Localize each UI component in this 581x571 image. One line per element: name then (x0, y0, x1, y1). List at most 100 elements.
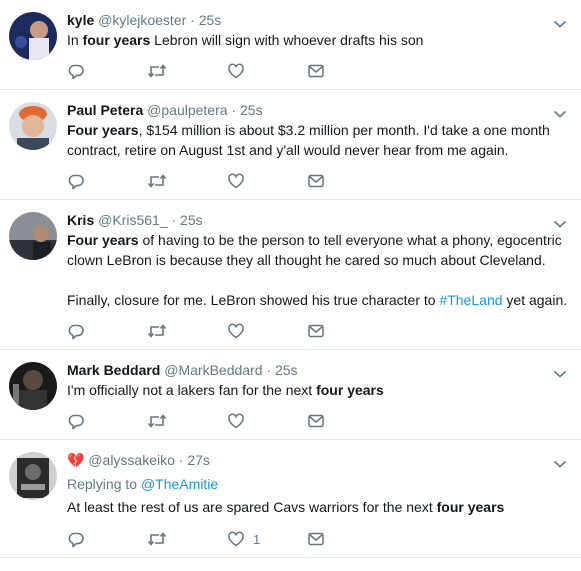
text-segment: Finally, closure for me. LeBron showed h… (67, 292, 440, 308)
envelope-icon[interactable] (307, 61, 325, 81)
user-handle[interactable]: @alyssakeiko (88, 452, 175, 468)
display-name[interactable]: Paul Petera (67, 102, 143, 118)
replying-to-label: Replying to (67, 476, 141, 492)
tweet[interactable]: 💔 @alyssakeiko · 27s Replying to @TheAmi… (0, 440, 581, 558)
tweet-actions (67, 61, 367, 81)
heart-icon[interactable] (227, 61, 253, 81)
avatar[interactable] (9, 12, 57, 60)
text-segment: At least the rest of us are spared Cavs … (67, 499, 437, 515)
chevron-down-icon[interactable] (553, 366, 567, 378)
tweet-text-line: Four years, $154 million is about $3.2 m… (67, 120, 572, 140)
hashtag-link[interactable]: #TheLand (439, 292, 502, 308)
avatar[interactable] (9, 362, 57, 410)
text-segment: yet again. (502, 292, 568, 308)
replying-to: Replying to @TheAmitie (67, 475, 218, 493)
separator-dot: · (190, 12, 195, 28)
like-count: 1 (253, 531, 261, 547)
tweet-text-line: Four years of having to be the person to… (67, 230, 572, 250)
tweet[interactable]: Mark Beddard @MarkBeddard · 25s I'm offi… (0, 350, 581, 440)
reply-icon[interactable] (67, 171, 85, 191)
text-segment: contract, retire on August 1st and y'all… (67, 142, 509, 158)
heart-icon[interactable] (227, 411, 253, 431)
chevron-down-icon[interactable] (553, 106, 567, 118)
envelope-icon[interactable] (307, 529, 325, 549)
text-segment: Lebron will sign with whoever drafts his… (150, 32, 424, 48)
tweet-actions (67, 171, 367, 191)
tweet-actions: 1 (67, 529, 367, 549)
text-segment: , $154 million is about $3.2 million per… (138, 122, 550, 138)
tweet-text-line: clown LeBron is because they all thought… (67, 250, 572, 270)
separator-dot: · (171, 212, 177, 228)
tweet-text-line (67, 270, 572, 290)
reply-icon[interactable] (67, 411, 85, 431)
timestamp[interactable]: 27s (187, 452, 210, 468)
tweet[interactable]: kyle @kylejkoester · 25s In four years L… (0, 0, 581, 90)
replying-to-link[interactable]: @TheAmitie (141, 476, 218, 492)
display-name[interactable]: Mark Beddard (67, 362, 160, 378)
heart-icon[interactable]: 1 (227, 529, 260, 549)
tweet-actions (67, 411, 367, 431)
tweet[interactable]: Kris @Kris561_ · 25s Four years of havin… (0, 200, 581, 350)
tweet-text: I'm officially not a lakers fan for the … (67, 380, 572, 400)
tweet-header: Mark Beddard @MarkBeddard · 25s (67, 361, 298, 379)
highlighted-term: four years (436, 499, 505, 515)
tweet-text: Four years, $154 million is about $3.2 m… (67, 120, 572, 160)
chevron-down-icon[interactable] (553, 16, 567, 28)
envelope-icon[interactable] (307, 411, 325, 431)
avatar[interactable] (9, 452, 57, 500)
highlighted-term: Four years (67, 232, 139, 248)
text-segment: In (67, 32, 83, 48)
retweet-icon[interactable] (147, 171, 167, 191)
display-name[interactable]: kyle (67, 12, 94, 28)
text-segment: clown LeBron is because they all thought… (67, 252, 546, 268)
tweet-text-line: In four years Lebron will sign with whoe… (67, 30, 572, 50)
tweet-text-line: At least the rest of us are spared Cavs … (67, 497, 572, 517)
avatar[interactable] (9, 102, 57, 150)
timestamp[interactable]: 25s (240, 102, 263, 118)
separator-dot: · (266, 362, 272, 378)
user-handle[interactable]: @Kris561_ (98, 212, 167, 228)
text-segment: of having to be the person to tell every… (138, 232, 562, 248)
display-name[interactable]: Kris (67, 212, 94, 228)
timestamp[interactable]: 25s (199, 12, 222, 28)
tweet-text-line: Finally, closure for me. LeBron showed h… (67, 290, 572, 310)
timestamp[interactable]: 25s (275, 362, 298, 378)
reply-icon[interactable] (67, 321, 85, 341)
heart-icon[interactable] (227, 171, 253, 191)
highlighted-term: four years (316, 382, 384, 398)
separator-dot: · (231, 102, 237, 118)
tweet-header: Paul Petera @paulpetera · 25s (67, 101, 263, 119)
retweet-icon[interactable] (147, 321, 167, 341)
tweet-feed: kyle @kylejkoester · 25s In four years L… (0, 0, 581, 571)
envelope-icon[interactable] (307, 171, 325, 191)
tweet-header: kyle @kylejkoester · 25s (67, 11, 221, 29)
retweet-icon[interactable] (147, 411, 167, 431)
text-segment: I'm officially not a lakers fan for the … (67, 382, 317, 398)
retweet-icon[interactable] (147, 61, 167, 81)
tweet-text: Four years of having to be the person to… (67, 230, 572, 310)
tweet[interactable]: Paul Petera @paulpetera · 25s Four years… (0, 90, 581, 200)
highlighted-term: four years (82, 32, 151, 48)
timestamp[interactable]: 25s (180, 212, 203, 228)
tweet-actions (67, 321, 367, 341)
highlighted-term: Four years (67, 122, 139, 138)
envelope-icon[interactable] (307, 321, 325, 341)
heart-icon[interactable] (227, 321, 253, 341)
user-handle[interactable]: @paulpetera (147, 102, 227, 118)
tweet-text-line: I'm officially not a lakers fan for the … (67, 380, 572, 400)
user-handle[interactable]: @MarkBeddard (164, 362, 262, 378)
reply-icon[interactable] (67, 529, 85, 549)
tweet-text: In four years Lebron will sign with whoe… (67, 30, 572, 50)
tweet-text-line: contract, retire on August 1st and y'all… (67, 140, 572, 160)
user-handle[interactable]: @kylejkoester (98, 12, 186, 28)
avatar[interactable] (9, 212, 57, 260)
tweet-text: At least the rest of us are spared Cavs … (67, 497, 572, 517)
display-name[interactable]: 💔 (67, 452, 84, 468)
next-tweet-edge (0, 563, 581, 571)
chevron-down-icon[interactable] (553, 216, 567, 228)
tweet-header: 💔 @alyssakeiko · 27s (67, 451, 210, 469)
chevron-down-icon[interactable] (553, 456, 567, 468)
tweet-header: Kris @Kris561_ · 25s (67, 211, 203, 229)
retweet-icon[interactable] (147, 529, 167, 549)
reply-icon[interactable] (67, 61, 85, 81)
